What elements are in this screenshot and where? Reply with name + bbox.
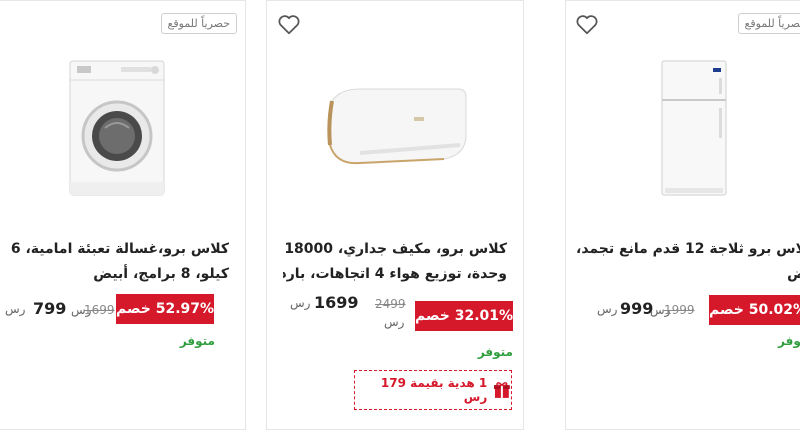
product-card-fridge[interactable]: حصرياً للموقع كلاس برو ثلاجة 12 قدم مانع… xyxy=(565,0,800,430)
heart-icon[interactable] xyxy=(574,11,600,37)
product-title[interactable]: كلاس برو، مكيف جداري، 18000 وحدة، توزيع … xyxy=(283,237,507,287)
product-title-line1: كلاس برو ثلاجة 12 قدم مانع تجمد، xyxy=(576,241,800,257)
price-currency: رس xyxy=(290,296,311,310)
price-currency: رس xyxy=(5,302,26,316)
product-image-washer[interactable] xyxy=(0,53,245,203)
air-conditioner-image xyxy=(327,88,467,165)
current-price: 799 xyxy=(33,299,67,318)
old-price-currency: رس xyxy=(384,315,405,329)
product-image-ac[interactable] xyxy=(267,53,523,203)
discount-badge: 52.97% خصم xyxy=(116,294,214,324)
current-price: 999 xyxy=(620,299,654,318)
price-currency: رس xyxy=(597,302,618,316)
product-card-washer[interactable]: حصرياً للموقع كلاس برو،غسالة تعبئة امامي… xyxy=(0,0,246,430)
stock-status: متوفر xyxy=(778,334,800,348)
exclusive-badge: حصرياً للموقع xyxy=(160,13,237,34)
product-title-line1: كلاس برو، مكيف جداري، 18000 xyxy=(284,241,507,257)
product-title-line2: كيلو، 8 برامج، أبيض xyxy=(93,266,229,282)
price-row: 32.01% خصم 2499 رس 1699 رس xyxy=(267,290,523,331)
refrigerator-image xyxy=(661,60,727,196)
old-price: 1999 xyxy=(664,303,695,317)
stock-status: متوفر xyxy=(179,334,215,348)
current-price: 1699 xyxy=(314,293,359,312)
gift-icon xyxy=(494,382,511,398)
product-title-line2: وحدة، توزيع هواء 4 اتجاهات، بارد xyxy=(283,266,507,282)
heart-icon[interactable] xyxy=(276,11,302,37)
product-title[interactable]: كلاس برو،غسالة تعبئة امامية، 6 كيلو، 8 ب… xyxy=(5,237,229,287)
product-title-line1: كلاس برو،غسالة تعبئة امامية، 6 xyxy=(10,241,229,257)
product-card-ac[interactable]: كلاس برو، مكيف جداري، 18000 وحدة، توزيع … xyxy=(266,0,524,430)
product-image-fridge[interactable] xyxy=(566,53,800,203)
price-row: 50.02% خصم رس 1999 999 رس xyxy=(566,290,800,330)
old-price: 1699 xyxy=(84,303,115,317)
gift-offer[interactable]: 1 هدية بقيمة 179 رس xyxy=(354,370,512,410)
discount-badge: 50.02% خصم xyxy=(709,295,800,325)
gift-text: 1 هدية بقيمة 179 رس xyxy=(380,376,488,404)
price-row: 52.97% خصم رس 1699 799 رس xyxy=(0,290,245,330)
product-title-line2: أبيض xyxy=(787,266,800,282)
discount-badge: 32.01% خصم xyxy=(415,301,513,331)
washing-machine-image xyxy=(69,60,165,196)
exclusive-badge: حصرياً للموقع xyxy=(737,13,800,34)
stock-status: متوفر xyxy=(477,345,513,359)
old-price: 2499 xyxy=(375,297,406,311)
product-title[interactable]: كلاس برو ثلاجة 12 قدم مانع تجمد، أبيض xyxy=(576,237,800,287)
